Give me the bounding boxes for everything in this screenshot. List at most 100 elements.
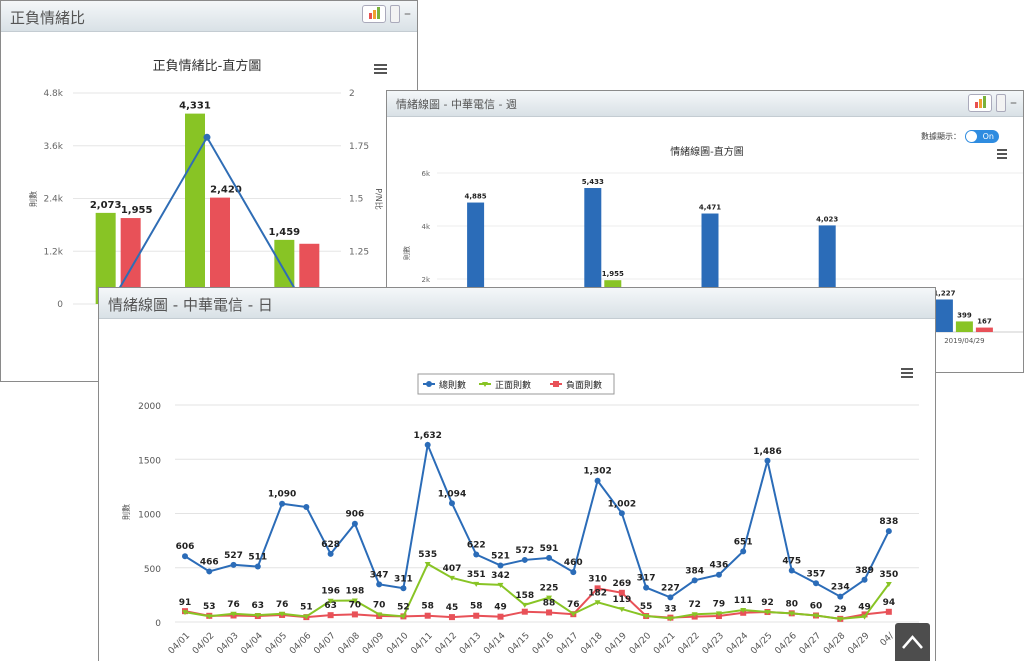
data-label: 4,471 — [699, 204, 721, 212]
total-point — [521, 556, 528, 563]
data-label: 317 — [637, 574, 656, 584]
data-label: 527 — [224, 551, 243, 561]
data-label: 29 — [834, 605, 847, 615]
legend-marker — [426, 381, 432, 387]
total-point — [837, 593, 844, 600]
total-point — [813, 580, 820, 587]
x-tick-label: 04/ — [879, 630, 897, 648]
data-label: 63 — [252, 601, 265, 611]
data-label: 76 — [567, 600, 580, 610]
data-label: 94 — [883, 598, 896, 608]
data-label: 119 — [612, 595, 631, 605]
y-axis-label: 則數 — [28, 191, 38, 207]
x-tick-label: 04/06 — [288, 631, 314, 657]
data-label: 606 — [176, 542, 195, 552]
chart-title: 正負情緒比-直方圖 — [153, 58, 262, 74]
data-label: 591 — [540, 544, 559, 554]
negative-point — [424, 612, 431, 619]
data-label: 80 — [785, 599, 798, 609]
total-point — [740, 548, 747, 555]
data-label: 58 — [421, 602, 434, 612]
data-label: 111 — [734, 596, 753, 606]
data-label: 572 — [515, 546, 534, 556]
data-label: 351 — [467, 570, 486, 580]
data-label: 436 — [710, 561, 729, 571]
total-point — [594, 477, 601, 484]
data-label: 384 — [685, 566, 704, 576]
legend-label: 負面則數 — [566, 379, 602, 391]
x-tick-label: 04/11 — [409, 631, 434, 656]
x-tick-label: 04/27 — [798, 631, 823, 656]
data-label: 76 — [276, 600, 289, 610]
data-label: 906 — [345, 510, 364, 520]
data-label: 196 — [321, 587, 340, 597]
x-tick-label: 04/29 — [846, 631, 872, 657]
data-label: 225 — [540, 584, 559, 594]
series-line-total — [184, 441, 890, 599]
y-axis-label: 則數 — [121, 504, 131, 520]
x-tick-label: 04/10 — [385, 631, 411, 657]
data-label: 1,955 — [602, 270, 624, 278]
data-label: 475 — [782, 556, 801, 566]
data-label: 4,023 — [816, 215, 838, 223]
y-tick-label: 500 — [144, 565, 161, 575]
data-label: 167 — [977, 318, 992, 326]
data-label: 52 — [397, 602, 410, 612]
legend-label: 正面則數 — [495, 379, 531, 391]
hamburger-menu-icon[interactable] — [997, 149, 1007, 159]
negative-point — [448, 614, 455, 621]
data-label: 72 — [688, 600, 701, 610]
data-label: 357 — [807, 569, 826, 579]
x-tick-label: 04/26 — [773, 631, 799, 657]
y-axis-label: 則數 — [402, 246, 411, 260]
negative-point — [521, 608, 528, 615]
negative-point — [546, 609, 553, 616]
data-label: 1,094 — [438, 489, 466, 499]
total-point — [618, 510, 625, 517]
data-label: 1,002 — [608, 499, 636, 509]
x-tick-label: 04/28 — [822, 631, 848, 657]
data-label: 227 — [661, 583, 680, 593]
y-tick-label: 3.6k — [43, 142, 63, 152]
y-tick-label: 4.8k — [43, 89, 63, 99]
data-label: 628 — [321, 540, 340, 550]
data-label: 407 — [443, 564, 462, 574]
data-label: 182 — [588, 588, 607, 598]
data-label: 70 — [373, 600, 386, 610]
bar-negative — [975, 327, 993, 332]
total-point — [279, 500, 286, 507]
data-label: 4,331 — [179, 101, 211, 112]
data-label: 651 — [734, 537, 753, 547]
data-label: 310 — [588, 574, 607, 584]
data-label: 88 — [543, 598, 556, 608]
total-point — [303, 503, 310, 510]
data-label: 311 — [394, 574, 413, 584]
hamburger-menu-icon[interactable] — [374, 64, 387, 74]
scroll-to-top-button[interactable] — [895, 623, 930, 661]
data-label: 1,459 — [269, 227, 301, 238]
total-point — [667, 594, 674, 601]
data-label: 1,090 — [268, 490, 296, 500]
x-tick-label: 04/07 — [312, 631, 337, 656]
data-label: 1,227 — [933, 289, 955, 297]
x-tick-label: 04/03 — [215, 631, 240, 656]
total-point — [327, 550, 334, 557]
y-tick-label: 2.4k — [43, 195, 63, 205]
data-label: 70 — [349, 600, 362, 610]
data-label: 1,632 — [413, 431, 441, 441]
data-label: 399 — [957, 311, 972, 319]
y-tick-label: 4k — [421, 223, 430, 231]
x-tick-label: 04/02 — [191, 631, 216, 656]
x-tick-label: 04/24 — [725, 631, 751, 657]
x-tick-label: 04/14 — [482, 631, 508, 657]
chart-title: 情緒線圖-直方圖 — [670, 145, 744, 158]
negative-point — [473, 612, 480, 619]
hamburger-menu-icon[interactable] — [901, 368, 913, 378]
total-point — [376, 581, 383, 588]
data-label: 1,486 — [753, 447, 781, 457]
x-tick-label: 04/21 — [652, 631, 677, 656]
data-label: 55 — [640, 602, 653, 612]
total-point — [206, 568, 213, 575]
data-label: 269 — [612, 579, 631, 589]
total-point — [230, 561, 237, 568]
